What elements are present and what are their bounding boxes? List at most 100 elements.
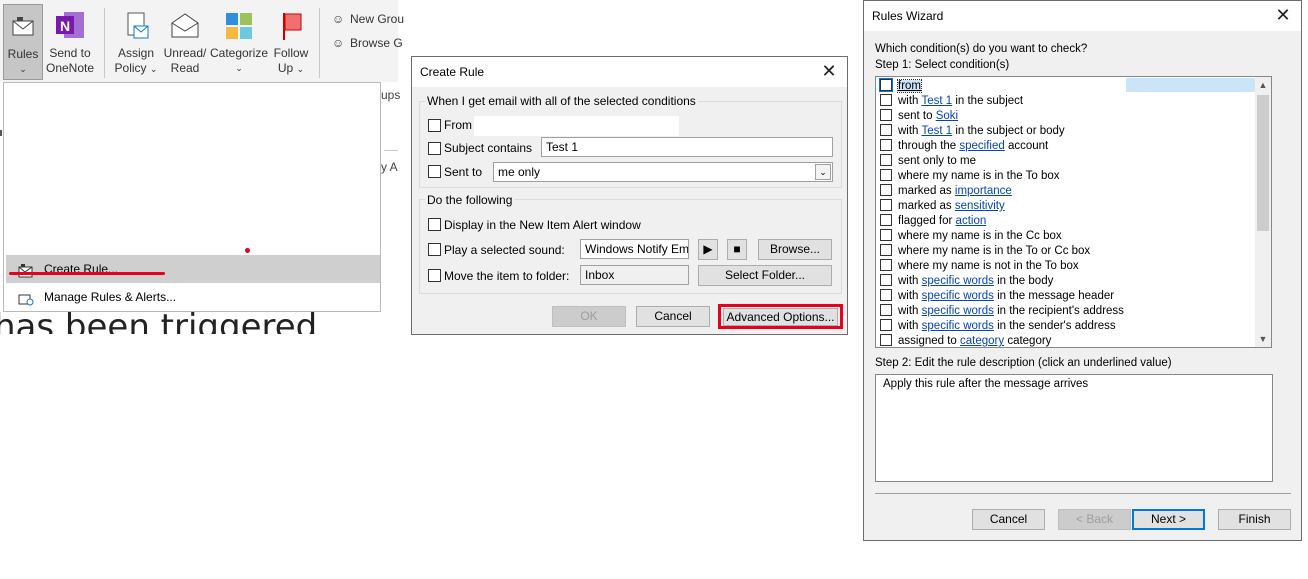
- condition-item[interactable]: from: [879, 78, 922, 94]
- condition-link[interactable]: specific words: [922, 305, 994, 317]
- subject-field[interactable]: Test 1: [541, 137, 833, 157]
- advanced-options-button[interactable]: Advanced Options...: [723, 308, 838, 326]
- close-icon[interactable]: ✕: [819, 61, 839, 81]
- condition-text: marked as: [898, 200, 955, 212]
- scroll-up-icon[interactable]: ▲: [1255, 77, 1271, 93]
- move-item-checkbox[interactable]: [428, 269, 441, 282]
- sent-to-checkbox[interactable]: [428, 165, 441, 178]
- condition-checkbox[interactable]: [880, 289, 892, 301]
- scroll-down-icon[interactable]: ▼: [1255, 331, 1271, 347]
- condition-checkbox[interactable]: [880, 319, 892, 331]
- condition-item[interactable]: with specific words in the body: [880, 274, 1053, 289]
- rules-button[interactable]: Rules ⌄: [3, 4, 43, 80]
- condition-text: where my name is in the Cc box: [898, 230, 1062, 242]
- condition-item[interactable]: with Test 1 in the subject: [880, 94, 1023, 109]
- condition-link[interactable]: specific words: [922, 290, 994, 302]
- condition-link[interactable]: specific words: [922, 275, 994, 287]
- from-field[interactable]: [474, 116, 679, 136]
- condition-item[interactable]: with specific words in the message heade…: [880, 289, 1114, 304]
- condition-checkbox[interactable]: [880, 334, 892, 346]
- next-button[interactable]: Next >: [1132, 509, 1205, 530]
- condition-checkbox[interactable]: [880, 109, 892, 121]
- ok-button[interactable]: OK: [552, 306, 626, 327]
- condition-checkbox[interactable]: [880, 259, 892, 271]
- condition-item[interactable]: where my name is not in the To box: [880, 259, 1079, 274]
- condition-item[interactable]: flagged for action: [880, 214, 986, 229]
- condition-link[interactable]: Soki: [936, 110, 958, 122]
- new-group-button[interactable]: ☺ New Grou: [332, 12, 404, 26]
- condition-checkbox[interactable]: [880, 214, 892, 226]
- sound-field[interactable]: Windows Notify Em: [580, 239, 689, 259]
- condition-checkbox[interactable]: [880, 199, 892, 211]
- conditions-list[interactable]: ▲ ▼ from with Test 1 in the subject sent t…: [875, 76, 1272, 348]
- from-checkbox[interactable]: [428, 119, 441, 132]
- condition-item[interactable]: where my name is in the To or Cc box: [880, 244, 1090, 259]
- back-button[interactable]: < Back: [1058, 509, 1131, 530]
- manage-rules-menu-item[interactable]: Manage Rules & Alerts...: [6, 283, 380, 311]
- browse-button[interactable]: Browse...: [758, 239, 832, 260]
- condition-link[interactable]: Test 1: [921, 95, 952, 107]
- condition-checkbox[interactable]: [880, 124, 892, 136]
- step1-label: Step 1: Select condition(s): [875, 59, 1010, 71]
- condition-link[interactable]: Test 1: [921, 125, 952, 137]
- condition-item[interactable]: where my name is in the To box: [880, 169, 1060, 184]
- condition-item[interactable]: where my name is in the Cc box: [880, 229, 1062, 244]
- condition-checkbox[interactable]: [880, 184, 892, 196]
- condition-item[interactable]: with specific words in the sender's addr…: [880, 319, 1116, 334]
- condition-checkbox[interactable]: [880, 169, 892, 181]
- condition-text: in the subject: [952, 95, 1024, 107]
- condition-item[interactable]: assigned to category category: [880, 334, 1051, 347]
- rule-description-box[interactable]: Apply this rule after the message arrive…: [875, 374, 1273, 482]
- unread-read-button[interactable]: Unread/ Read: [162, 4, 208, 80]
- follow-up-button[interactable]: Follow Up ⌄: [270, 4, 312, 80]
- assign-policy-button[interactable]: Assign Policy ⌄: [110, 4, 162, 80]
- browse-groups-button[interactable]: ☺ Browse G: [332, 36, 403, 50]
- condition-item[interactable]: marked as sensitivity: [880, 199, 1005, 214]
- cancel-button[interactable]: Cancel: [636, 306, 710, 327]
- condition-item[interactable]: with Test 1 in the subject or body: [880, 124, 1065, 139]
- select-folder-button[interactable]: Select Folder...: [698, 265, 832, 286]
- condition-checkbox[interactable]: [880, 229, 892, 241]
- condition-checkbox[interactable]: [880, 94, 892, 106]
- condition-link[interactable]: importance: [955, 185, 1012, 197]
- condition-link[interactable]: specified: [959, 140, 1004, 152]
- condition-link[interactable]: category: [960, 335, 1004, 347]
- condition-checkbox[interactable]: [880, 304, 892, 316]
- subject-checkbox[interactable]: [428, 142, 441, 155]
- condition-item[interactable]: sent to Soki: [880, 109, 958, 124]
- send-to-onenote-button[interactable]: N Send to OneNote: [44, 4, 96, 80]
- assign-policy-icon: [120, 10, 152, 42]
- display-alert-checkbox[interactable]: [428, 218, 441, 231]
- stop-icon[interactable]: ■: [727, 239, 747, 260]
- unread-label-1: Unread/: [163, 46, 207, 60]
- condition-item[interactable]: marked as importance: [880, 184, 1012, 199]
- create-rule-menu-item[interactable]: Create Rule...: [6, 255, 380, 283]
- subject-label: Subject contains: [444, 141, 533, 155]
- scrollbar[interactable]: ▲ ▼: [1255, 77, 1271, 347]
- scrollbar-thumb[interactable]: [1257, 95, 1269, 231]
- finish-button[interactable]: Finish: [1218, 509, 1291, 530]
- close-icon[interactable]: ✕: [1273, 5, 1293, 25]
- condition-item[interactable]: through the specified account: [880, 139, 1048, 154]
- condition-checkbox[interactable]: [880, 274, 892, 286]
- condition-checkbox[interactable]: [880, 244, 892, 256]
- condition-checkbox[interactable]: [880, 139, 892, 151]
- condition-link[interactable]: specific words: [922, 320, 994, 332]
- condition-checkbox[interactable]: [880, 154, 892, 166]
- categorize-button[interactable]: Categorize ⌄: [208, 4, 270, 80]
- condition-link[interactable]: from: [897, 79, 922, 93]
- selection-highlight: [1126, 78, 1266, 92]
- ribbon-separator: [319, 8, 320, 78]
- sent-to-select[interactable]: me only ⌄: [493, 162, 833, 182]
- send-to-label-2: OneNote: [45, 61, 95, 75]
- condition-item[interactable]: with specific words in the recipient's a…: [880, 304, 1124, 319]
- condition-item[interactable]: sent only to me: [880, 154, 976, 169]
- rules-wizard-dialog: Rules Wizard ✕ Which condition(s) do you…: [863, 0, 1302, 541]
- condition-link[interactable]: action: [956, 215, 987, 227]
- play-icon[interactable]: ▶: [698, 239, 718, 260]
- play-sound-checkbox[interactable]: [428, 243, 441, 256]
- condition-text: with: [898, 125, 922, 137]
- condition-link[interactable]: sensitivity: [955, 200, 1005, 212]
- condition-checkbox[interactable]: [879, 78, 893, 92]
- cancel-button[interactable]: Cancel: [972, 509, 1045, 530]
